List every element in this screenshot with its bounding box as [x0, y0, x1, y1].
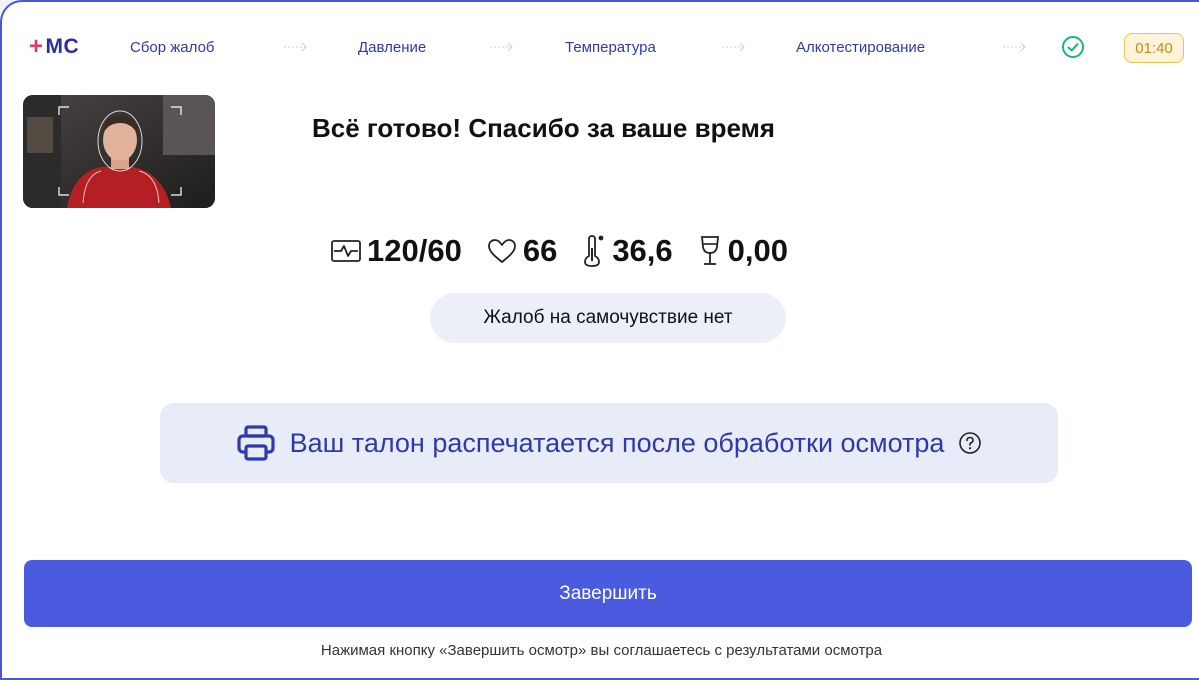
arrow-right-icon	[490, 42, 513, 52]
pressure-icon	[331, 240, 361, 262]
arrow-right-icon	[1003, 42, 1026, 52]
vitals-row: 120/60 66 36,6 0,00	[330, 228, 812, 274]
logo: + МС	[29, 35, 79, 59]
step-pressure: Давление	[358, 39, 427, 56]
help-icon[interactable]	[958, 431, 982, 455]
vital-temperature: 36,6	[581, 233, 673, 269]
arrow-right-icon	[722, 42, 745, 52]
wine-glass-icon	[700, 236, 719, 265]
step-alcohol-test: Алкотестирование	[796, 39, 926, 56]
complaints-badge: Жалоб на самочувствие нет	[430, 293, 786, 343]
plus-icon: +	[29, 33, 44, 60]
logo-text: МС	[45, 35, 80, 58]
thermometer-icon	[584, 235, 604, 267]
vital-pulse: 66	[486, 233, 557, 269]
heart-icon	[487, 239, 516, 263]
alcohol-value: 0,00	[727, 233, 788, 268]
timer-badge: 01:40	[1124, 33, 1184, 63]
printer-icon	[236, 425, 275, 461]
header: + МС Сбор жалоб Давление Температура Алк…	[2, 2, 1199, 92]
finish-button[interactable]: Завершить	[24, 560, 1192, 627]
print-notice: Ваш талон распечатается после обработки …	[160, 403, 1058, 483]
step-temperature: Температура	[565, 39, 656, 56]
vital-pressure: 120/60	[330, 233, 462, 269]
page-title: Всё готово! Спасибо за ваше время	[312, 113, 775, 143]
pressure-value: 120/60	[367, 233, 462, 268]
camera-preview	[23, 95, 215, 208]
step-complaints: Сбор жалоб	[130, 39, 215, 56]
vital-alcohol: 0,00	[697, 233, 788, 269]
check-circle-icon	[1062, 36, 1084, 58]
arrow-right-icon	[284, 42, 307, 52]
app-frame: + МС Сбор жалоб Давление Температура Алк…	[0, 0, 1199, 680]
temperature-value: 36,6	[612, 233, 673, 268]
pulse-value: 66	[522, 233, 558, 268]
agreement-footnote: Нажимая кнопку «Завершить осмотр» вы сог…	[320, 642, 883, 659]
print-notice-text: Ваш талон распечатается после обработки …	[289, 427, 945, 458]
